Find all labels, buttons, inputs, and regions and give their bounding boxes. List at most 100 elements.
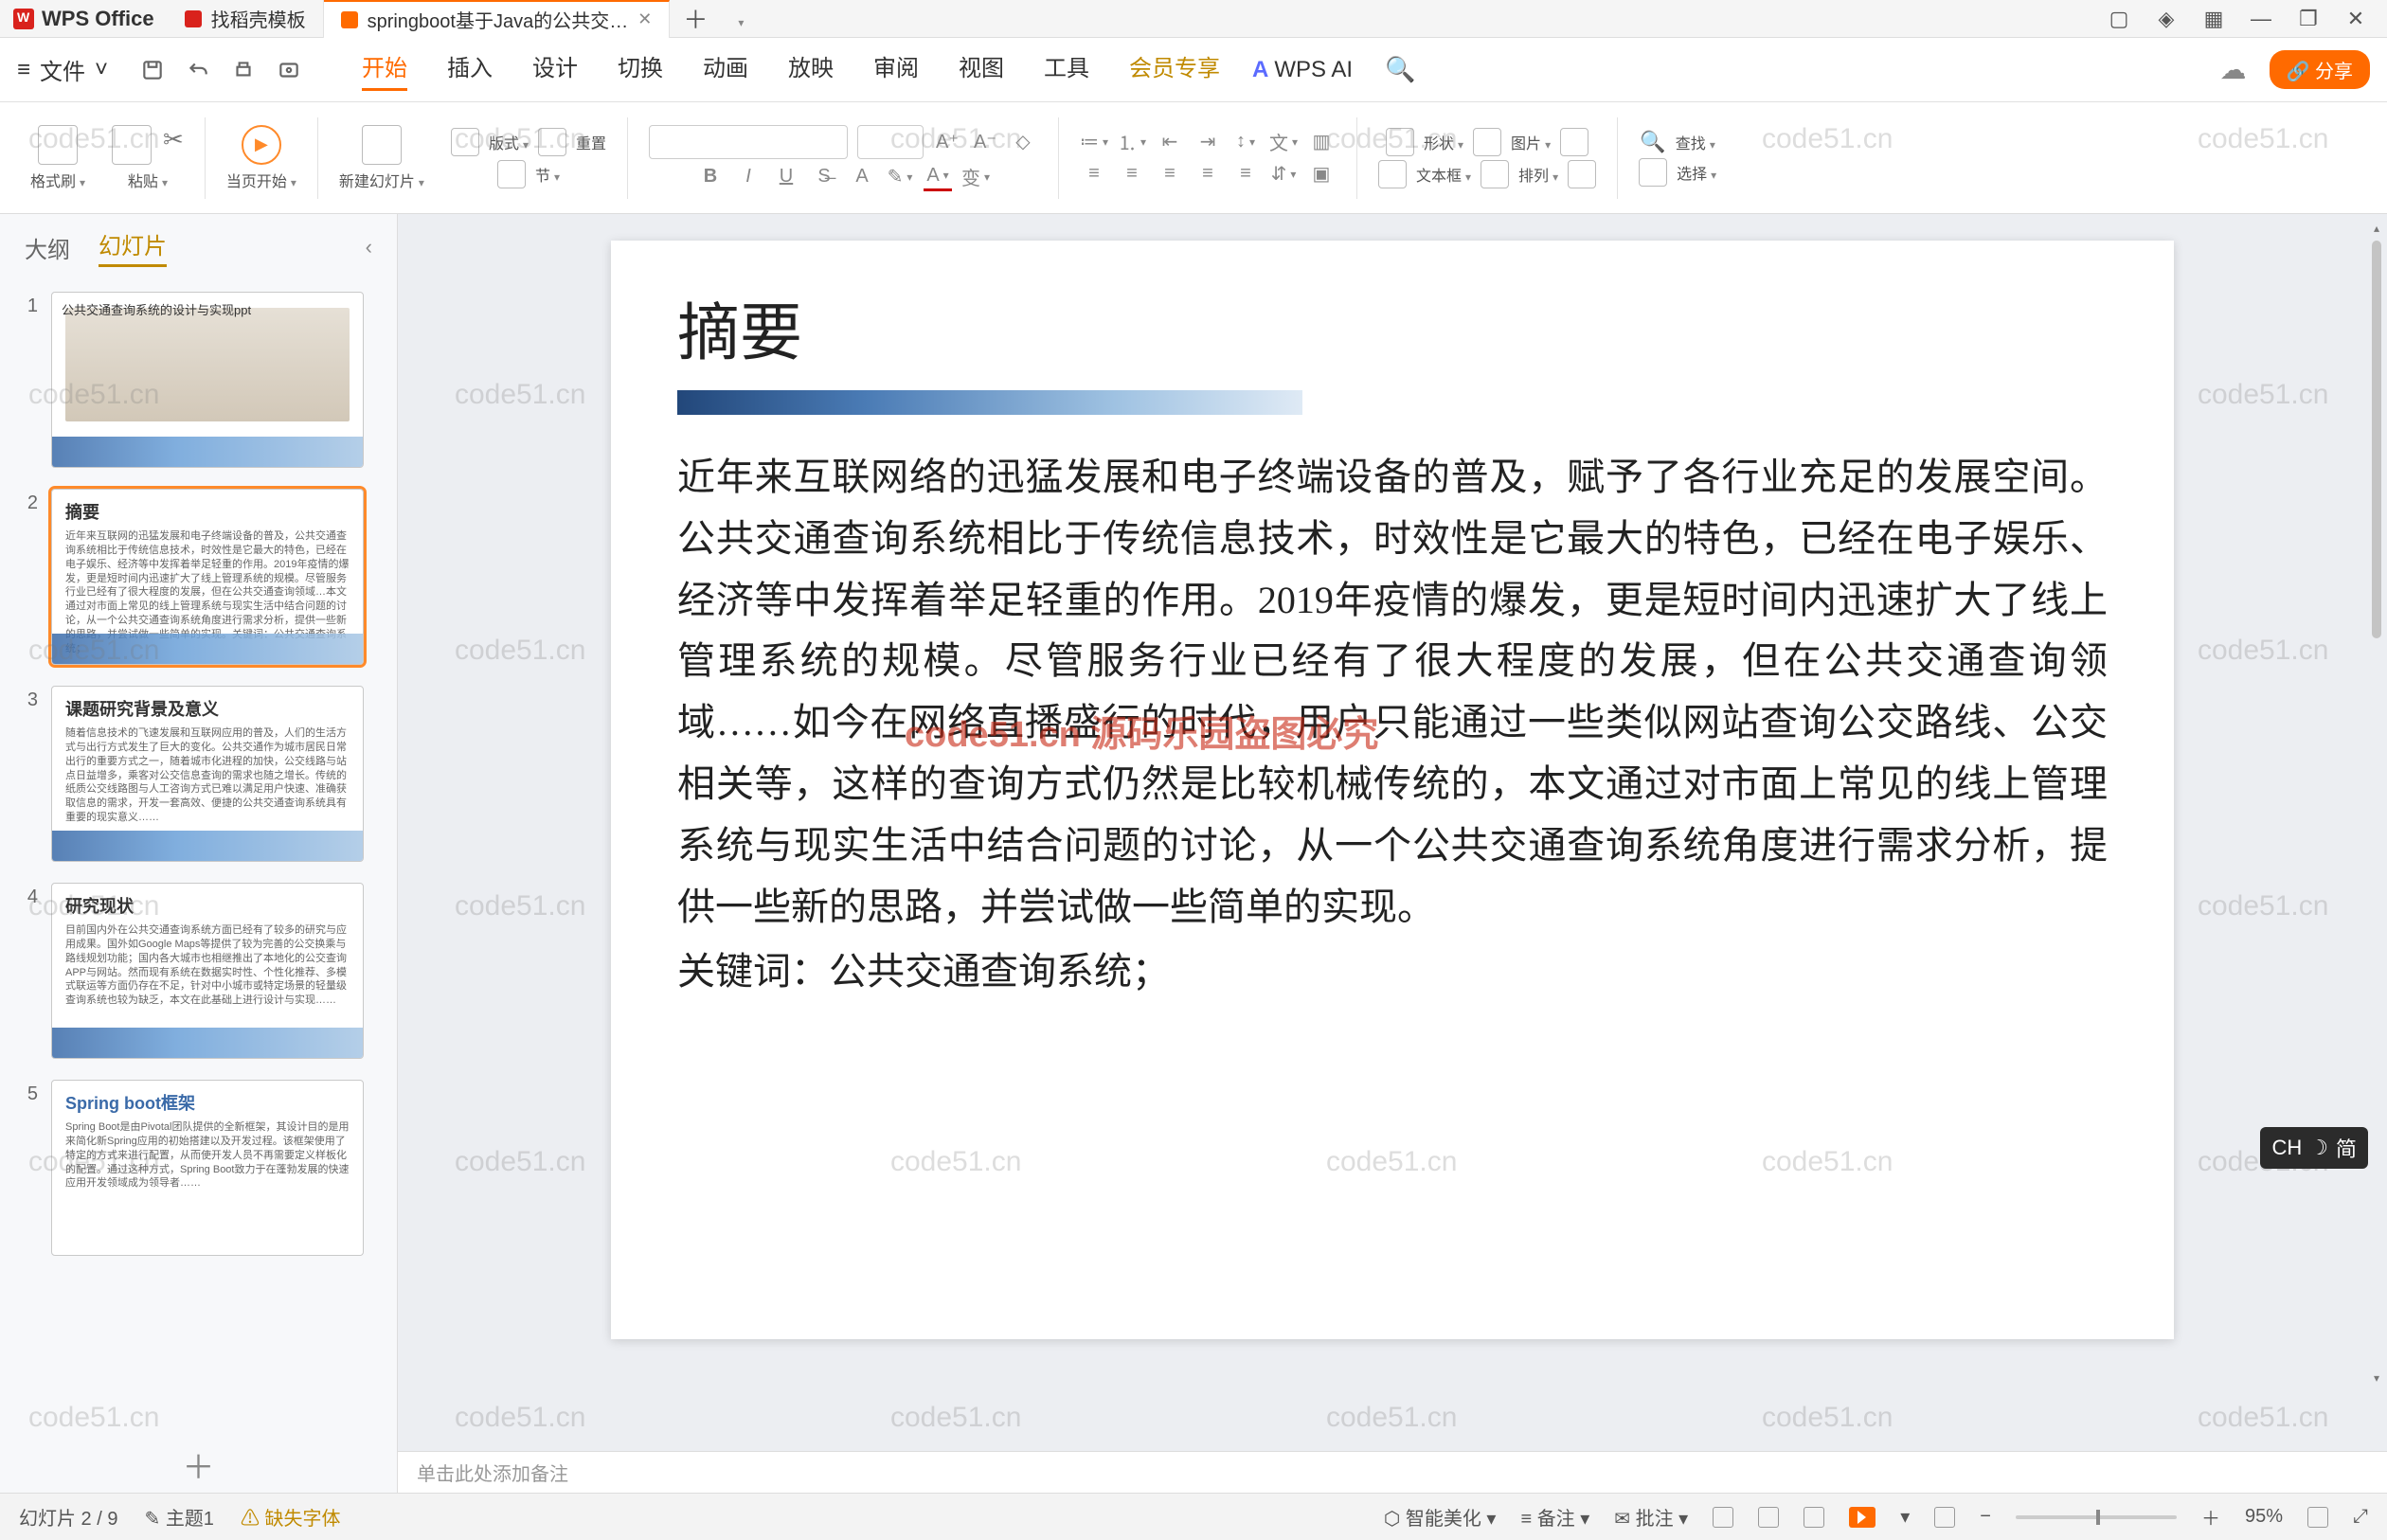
- zoom-in-button[interactable]: ＋: [2201, 1503, 2220, 1531]
- share-button[interactable]: 🔗 分享: [2270, 50, 2370, 89]
- strike-button[interactable]: S̶: [810, 163, 838, 191]
- tab-templates[interactable]: 找稻壳模板: [168, 0, 324, 38]
- tab-tools[interactable]: 工具: [1044, 49, 1089, 91]
- restore-button[interactable]: ❐: [2298, 7, 2319, 31]
- thumb-3[interactable]: 3 课题研究背景及意义 随着信息技术的飞速发展和互联网应用的普及，人们的生活方式…: [19, 686, 378, 862]
- shadow-button[interactable]: A: [848, 163, 876, 191]
- tab-document[interactable]: springboot基于Java的公共交… ✕: [324, 0, 671, 38]
- decrease-font-icon[interactable]: A⁻: [971, 128, 999, 156]
- slide-position[interactable]: 幻灯片 2 / 9: [19, 1503, 117, 1531]
- text-effect-button[interactable]: 变: [961, 163, 990, 191]
- new-slide-button[interactable]: 新建幻灯片: [326, 102, 438, 213]
- distribute-icon[interactable]: ≡: [1231, 160, 1260, 188]
- slideshow-dropdown[interactable]: ▾: [1900, 1505, 1910, 1529]
- search-icon[interactable]: 🔍: [1385, 55, 1415, 84]
- ime-indicator[interactable]: CH ☽ 简: [2260, 1127, 2368, 1169]
- font-color-button[interactable]: A: [924, 163, 952, 191]
- slide-canvas[interactable]: 摘要 近年来互联网络的迅猛发展和电子终端设备的普及，赋予了各行业充足的发展空间。…: [611, 241, 2174, 1339]
- cut-icon[interactable]: ✂: [163, 125, 184, 165]
- layout-icon[interactable]: ▢: [2109, 7, 2129, 31]
- notes-toggle[interactable]: ≡ 备注 ▾: [1520, 1503, 1589, 1531]
- font-size-select[interactable]: [857, 125, 924, 159]
- arrange-icon[interactable]: [1481, 160, 1509, 188]
- line-spacing-icon[interactable]: ↕: [1231, 128, 1260, 156]
- zoom-out-button[interactable]: −: [1980, 1506, 1991, 1528]
- vertical-align-icon[interactable]: ⇵: [1269, 160, 1298, 188]
- columns-icon[interactable]: ▥: [1307, 128, 1336, 156]
- tab-transition[interactable]: 切换: [618, 49, 663, 91]
- package-icon[interactable]: ◈: [2156, 7, 2177, 31]
- zoom-slider[interactable]: [2016, 1515, 2177, 1519]
- normal-view-icon[interactable]: [1713, 1507, 1733, 1528]
- tab-review[interactable]: 审阅: [873, 49, 919, 91]
- format-painter-group[interactable]: 格式刷: [17, 102, 99, 213]
- layout-icon[interactable]: [451, 128, 479, 156]
- align-right-icon[interactable]: ≡: [1156, 160, 1184, 188]
- save-icon[interactable]: [140, 58, 165, 82]
- slide-body[interactable]: 近年来互联网络的迅猛发展和电子终端设备的普及，赋予了各行业充足的发展空间。公共交…: [677, 447, 2108, 938]
- paste-group[interactable]: ✂ 粘贴: [99, 102, 197, 213]
- highlight-button[interactable]: ✎: [886, 163, 914, 191]
- convert-smartart-icon[interactable]: ▣: [1307, 160, 1336, 188]
- image-icon[interactable]: [1473, 128, 1501, 156]
- scroll-up-icon[interactable]: ▴: [2370, 222, 2383, 235]
- minimize-button[interactable]: —: [2251, 7, 2271, 31]
- print-icon[interactable]: [231, 58, 256, 82]
- vertical-scrollbar[interactable]: ▴ ▾: [2370, 222, 2383, 1385]
- expand-ribbon-icon[interactable]: ⤢: [2353, 1506, 2368, 1528]
- grid-view-icon[interactable]: [1934, 1507, 1955, 1528]
- tab-outline[interactable]: 大纲: [25, 231, 70, 264]
- align-objects-icon[interactable]: [1568, 160, 1596, 188]
- zoom-value[interactable]: 95%: [2245, 1506, 2283, 1528]
- increase-font-icon[interactable]: A⁺: [933, 128, 961, 156]
- shape-icon[interactable]: [1386, 128, 1414, 156]
- section-icon[interactable]: [497, 160, 526, 188]
- scroll-thumb[interactable]: [2372, 241, 2381, 638]
- indent-increase-icon[interactable]: ⇥: [1194, 128, 1222, 156]
- find-icon[interactable]: 🔍: [1640, 130, 1665, 154]
- play-from-current[interactable]: ▶ 当页开始: [213, 102, 310, 213]
- add-slide-button[interactable]: ＋: [0, 1436, 397, 1493]
- indent-decrease-icon[interactable]: ⇤: [1156, 128, 1184, 156]
- cloud-icon[interactable]: ☁: [2220, 54, 2247, 85]
- slide-title[interactable]: 摘要: [677, 282, 2108, 373]
- slide-thumbnail[interactable]: Spring boot框架 Spring Boot是由Pivotal团队提供的全…: [51, 1080, 364, 1256]
- notes-pane[interactable]: 单击此处添加备注: [398, 1451, 2387, 1493]
- thumb-5[interactable]: 5 Spring boot框架 Spring Boot是由Pivotal团队提供…: [19, 1080, 378, 1256]
- sorter-view-icon[interactable]: [1758, 1507, 1779, 1528]
- numbering-icon[interactable]: ⒈: [1118, 128, 1146, 156]
- thumb-2[interactable]: 2 摘要 近年来互联网的迅猛发展和电子终端设备的普及，公共交通查询系统相比于传统…: [19, 489, 378, 665]
- tools-icon[interactable]: [1560, 128, 1588, 156]
- thumb-4[interactable]: 4 研究现状 目前国内外在公共交通查询系统方面已经有了较多的研究与应用成果。国外…: [19, 883, 378, 1059]
- bold-button[interactable]: B: [696, 163, 725, 191]
- scroll-down-icon[interactable]: ▾: [2370, 1371, 2383, 1385]
- textbox-icon[interactable]: [1378, 160, 1407, 188]
- tab-animation[interactable]: 动画: [703, 49, 748, 91]
- clear-format-icon[interactable]: ◇: [1009, 128, 1037, 156]
- comments-toggle[interactable]: ✉ 批注 ▾: [1614, 1503, 1688, 1531]
- collapse-panel-icon[interactable]: ‹: [366, 235, 372, 260]
- fit-window-icon[interactable]: [2307, 1507, 2328, 1528]
- tab-vip[interactable]: 会员专享: [1129, 49, 1220, 91]
- close-tab-icon[interactable]: ✕: [637, 9, 652, 29]
- slide-thumbnail[interactable]: 研究现状 目前国内外在公共交通查询系统方面已经有了较多的研究与应用成果。国外如G…: [51, 883, 364, 1059]
- tab-insert[interactable]: 插入: [447, 49, 493, 91]
- slideshow-button[interactable]: [1849, 1507, 1876, 1528]
- file-menu[interactable]: ≡ 文件 ˅: [17, 53, 108, 86]
- tab-home[interactable]: 开始: [362, 49, 407, 91]
- underline-button[interactable]: U: [772, 163, 800, 191]
- preview-icon[interactable]: [277, 58, 301, 82]
- new-tab-button[interactable]: ＋: [670, 1, 721, 36]
- select-icon[interactable]: [1639, 158, 1667, 187]
- bullets-icon[interactable]: ≔: [1080, 128, 1108, 156]
- align-left-icon[interactable]: ≡: [1080, 160, 1108, 188]
- tab-view[interactable]: 视图: [959, 49, 1004, 91]
- beautify-button[interactable]: ⬡ 智能美化 ▾: [1384, 1503, 1497, 1531]
- italic-button[interactable]: I: [734, 163, 763, 191]
- avatar-icon[interactable]: ▦: [2203, 7, 2224, 31]
- reset-icon[interactable]: [538, 128, 566, 156]
- wps-ai-button[interactable]: AWPS AI: [1252, 57, 1353, 83]
- reading-view-icon[interactable]: [1804, 1507, 1824, 1528]
- tab-slideshow[interactable]: 放映: [788, 49, 834, 91]
- slide-thumbnail[interactable]: 摘要 近年来互联网的迅猛发展和电子终端设备的普及，公共交通查询系统相比于传统信息…: [51, 489, 364, 665]
